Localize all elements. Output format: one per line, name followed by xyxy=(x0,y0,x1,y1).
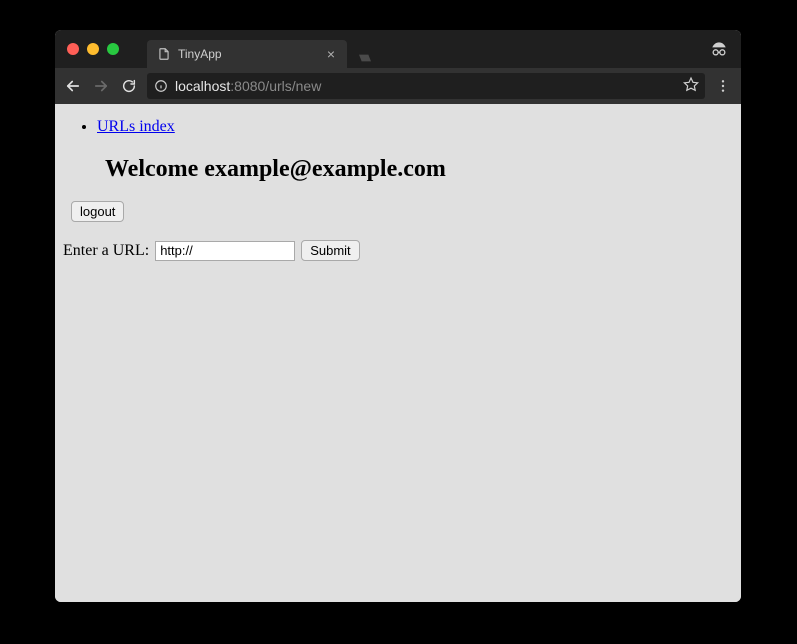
site-info-icon[interactable] xyxy=(153,78,169,94)
form-label: Enter a URL: xyxy=(63,242,149,260)
url-text: localhost:8080/urls/new xyxy=(175,78,677,94)
welcome-email: example@example.com xyxy=(204,156,446,182)
file-icon xyxy=(157,47,171,61)
back-button[interactable] xyxy=(63,76,83,96)
bookmark-star-icon[interactable] xyxy=(683,76,699,97)
page-content: URLs index Welcome example@example.com l… xyxy=(55,104,741,602)
welcome-prefix: Welcome xyxy=(105,156,204,182)
url-form: Enter a URL: Submit xyxy=(63,240,733,261)
url-input[interactable] xyxy=(155,241,295,261)
titlebar: TinyApp × xyxy=(55,30,741,68)
window-controls xyxy=(55,43,119,55)
tab-strip: TinyApp × xyxy=(147,30,377,68)
incognito-icon xyxy=(709,39,729,64)
welcome-heading: Welcome example@example.com xyxy=(105,156,733,183)
submit-button[interactable]: Submit xyxy=(301,240,359,261)
browser-menu-button[interactable] xyxy=(713,76,733,96)
toolbar: localhost:8080/urls/new xyxy=(55,68,741,104)
url-host: localhost xyxy=(175,78,230,94)
url-path: :8080/urls/new xyxy=(230,78,321,94)
new-tab-button[interactable] xyxy=(353,48,377,68)
browser-window: TinyApp × xyxy=(55,30,741,602)
tab-title: TinyApp xyxy=(178,47,325,61)
maximize-window-button[interactable] xyxy=(107,43,119,55)
nav-list: URLs index xyxy=(97,118,733,136)
list-item: URLs index xyxy=(97,118,733,136)
logout-button[interactable]: logout xyxy=(71,201,124,222)
urls-index-link[interactable]: URLs index xyxy=(97,118,175,135)
browser-tab[interactable]: TinyApp × xyxy=(147,40,347,68)
close-tab-icon[interactable]: × xyxy=(325,47,337,61)
forward-button[interactable] xyxy=(91,76,111,96)
address-bar[interactable]: localhost:8080/urls/new xyxy=(147,73,705,99)
close-window-button[interactable] xyxy=(67,43,79,55)
logout-container: logout xyxy=(71,201,733,222)
minimize-window-button[interactable] xyxy=(87,43,99,55)
reload-button[interactable] xyxy=(119,76,139,96)
